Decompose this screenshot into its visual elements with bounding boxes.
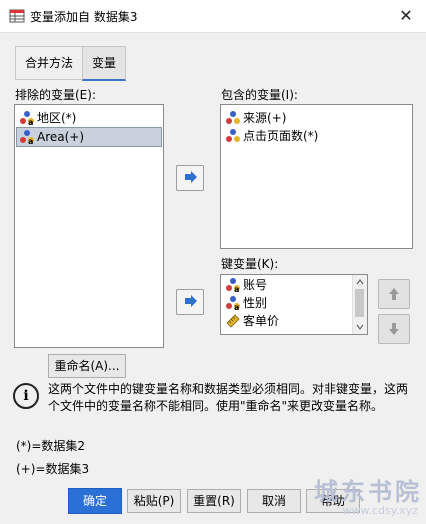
scroll-up-icon bbox=[356, 279, 364, 285]
info-icon: i bbox=[13, 383, 39, 409]
ok-button[interactable]: 确定 bbox=[68, 488, 122, 514]
watermark: 城东书院 bbox=[314, 478, 422, 506]
paste-button[interactable]: 粘贴(P) bbox=[127, 489, 181, 513]
scale-variable-icon bbox=[226, 129, 240, 142]
info-message: 这两个文件中的键变量名称和数据类型必须相同。对非键变量，这两个文件中的变量名称不… bbox=[48, 382, 409, 413]
nominal-variable-icon bbox=[226, 111, 240, 124]
tab-variables[interactable]: 变量 bbox=[82, 46, 126, 81]
cancel-button[interactable]: 取消 bbox=[247, 489, 301, 513]
close-icon: ✕ bbox=[399, 6, 413, 25]
list-item[interactable]: 点击页面数(*) bbox=[223, 127, 318, 145]
app-icon bbox=[9, 9, 25, 23]
title-bar: 变量添加自 数据集3 ✕ bbox=[0, 0, 426, 33]
svg-text:a: a bbox=[28, 137, 33, 145]
list-item-label: 客单价 bbox=[243, 314, 280, 328]
nominal-variable-icon: a bbox=[226, 278, 240, 293]
key-label: 键变量(K): bbox=[221, 257, 279, 271]
rename-button[interactable]: 重命名(A)... bbox=[48, 354, 126, 378]
svg-text:a: a bbox=[234, 303, 239, 311]
list-item[interactable]: 来源(+) bbox=[223, 109, 286, 127]
list-item[interactable]: a 地区(*) bbox=[17, 109, 76, 127]
list-item[interactable]: a 性别 bbox=[223, 294, 267, 312]
nominal-variable-icon: a bbox=[226, 296, 240, 311]
list-item[interactable]: a 账号 bbox=[223, 276, 267, 294]
key-list[interactable]: a 账号 a 性别 客单价 bbox=[220, 274, 368, 335]
tab-merge-method[interactable]: 合并方法 bbox=[15, 46, 82, 80]
included-label: 包含的变量(I): bbox=[221, 88, 298, 102]
list-item-label: 来源(+) bbox=[243, 111, 287, 125]
list-item-label: 地区(*) bbox=[37, 111, 77, 125]
list-item-label: 账号 bbox=[243, 278, 268, 292]
legend-dataset2: (*)=数据集2 bbox=[16, 439, 86, 453]
included-list[interactable]: 来源(+) 点击页面数(*) bbox=[220, 104, 413, 249]
arrow-down-icon bbox=[389, 323, 399, 335]
legend-dataset3: (+)=数据集3 bbox=[16, 462, 90, 476]
svg-text:a: a bbox=[234, 285, 239, 293]
list-item[interactable]: 客单价 bbox=[223, 312, 279, 330]
arrow-right-icon bbox=[185, 295, 197, 307]
reset-button[interactable]: 重置(R) bbox=[187, 489, 241, 513]
move-to-included-button[interactable] bbox=[176, 165, 204, 191]
arrow-up-icon bbox=[389, 288, 399, 300]
move-down-button[interactable] bbox=[378, 314, 410, 344]
move-to-key-button[interactable] bbox=[176, 289, 204, 315]
watermark-url: www.cdsy.xyz bbox=[342, 504, 418, 517]
list-item-selected[interactable]: a Area(+) bbox=[16, 127, 162, 147]
svg-text:a: a bbox=[28, 118, 33, 126]
scroll-thumb[interactable] bbox=[355, 289, 364, 317]
list-item-label: 性别 bbox=[243, 296, 268, 310]
excluded-label: 排除的变量(E): bbox=[15, 88, 96, 102]
move-up-button[interactable] bbox=[378, 279, 410, 309]
key-list-scrollbar[interactable] bbox=[352, 275, 367, 334]
window-title: 变量添加自 数据集3 bbox=[30, 10, 138, 24]
list-item-label: 点击页面数(*) bbox=[243, 129, 319, 143]
scroll-down-icon bbox=[356, 324, 364, 330]
list-item-label: Area(+) bbox=[37, 130, 85, 144]
excluded-list[interactable]: a 地区(*) a Area(+) bbox=[14, 104, 164, 348]
nominal-variable-icon: a bbox=[20, 130, 34, 145]
arrow-right-icon bbox=[185, 171, 197, 183]
scale-variable-icon bbox=[226, 314, 240, 328]
nominal-variable-icon: a bbox=[20, 111, 34, 126]
close-button[interactable]: ✕ bbox=[394, 4, 418, 28]
